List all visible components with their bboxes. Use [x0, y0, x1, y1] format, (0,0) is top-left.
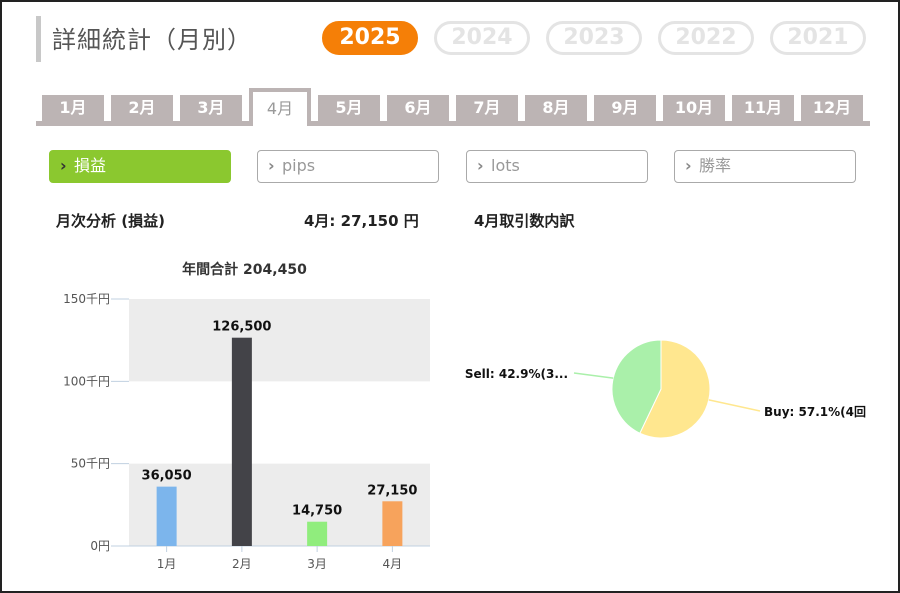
data-label: 14,750 — [292, 504, 342, 519]
monthly-bar-chart: 年間合計 204,450 0円 50千円 100千円 150千円 36,050 1月 126,… — [63, 261, 430, 571]
x-tick-label: 3月 — [307, 557, 327, 571]
plot-band — [129, 299, 430, 382]
data-label: 27,150 — [367, 483, 417, 498]
x-tick-label: 1月 — [157, 557, 177, 571]
y-tick-label: 150千円 — [63, 292, 110, 306]
chart-title: 年間合計 204,450 — [182, 261, 307, 278]
bar — [231, 337, 252, 546]
bar — [382, 501, 403, 546]
y-tick-label: 50千円 — [71, 457, 110, 471]
x-tick-label: 4月 — [383, 557, 403, 571]
bar — [307, 521, 328, 546]
y-tick-label: 0円 — [90, 539, 110, 553]
stats-panel: 詳細統計（月別） 2025 2024 2023 2022 2021 1月 2月 … — [0, 0, 900, 593]
y-tick-label: 100千円 — [63, 374, 110, 388]
data-label: 36,050 — [142, 469, 192, 484]
data-label: 126,500 — [212, 320, 271, 335]
bar — [156, 486, 177, 546]
x-tick-label: 2月 — [232, 557, 252, 571]
